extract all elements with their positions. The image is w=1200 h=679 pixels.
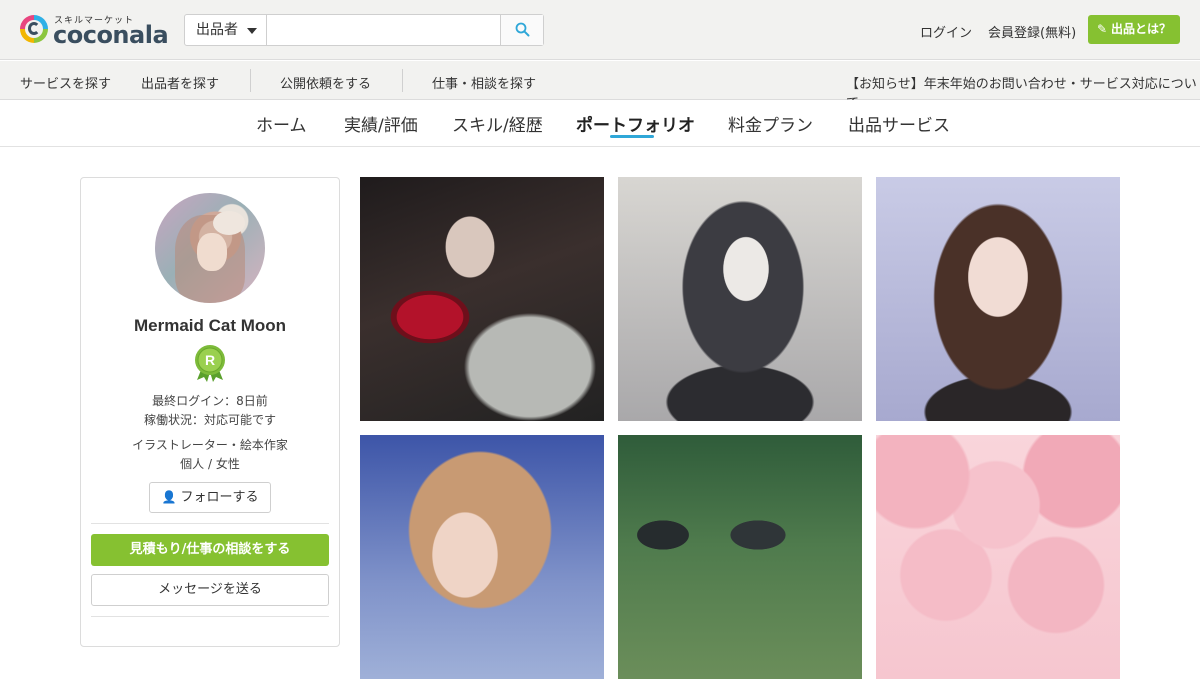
search-category-select[interactable]: 出品者 bbox=[185, 15, 267, 45]
logo-mark-icon bbox=[20, 15, 48, 43]
tab-home[interactable]: ホーム bbox=[256, 111, 307, 136]
caret-down-icon bbox=[247, 28, 257, 34]
subnav-divider bbox=[250, 69, 251, 92]
register-link[interactable]: 会員登録(無料) bbox=[988, 22, 1076, 41]
tab-portfolio[interactable]: ポートフォリオ bbox=[576, 111, 695, 136]
rank-badge-icon: R bbox=[195, 345, 225, 382]
subnav-find-jobs[interactable]: 仕事・相談を探す bbox=[432, 73, 536, 92]
portfolio-item[interactable] bbox=[360, 435, 604, 679]
login-link[interactable]: ログイン bbox=[920, 22, 972, 41]
tab-services[interactable]: 出品サービス bbox=[848, 111, 950, 136]
tab-pricing[interactable]: 料金プラン bbox=[728, 111, 813, 136]
portfolio-item[interactable] bbox=[618, 435, 862, 679]
occupation: イラストレーター・絵本作家 bbox=[132, 438, 288, 452]
coconala-logo[interactable]: スキルマーケット coconala bbox=[20, 13, 169, 49]
search-input[interactable] bbox=[267, 15, 501, 45]
portfolio-item[interactable] bbox=[876, 177, 1120, 421]
about-selling-label: 出品とは？ bbox=[1111, 22, 1172, 36]
pencil-icon: ✎ bbox=[1096, 22, 1108, 36]
tab-skills[interactable]: スキル/経歴 bbox=[452, 111, 543, 136]
search-button[interactable] bbox=[500, 15, 543, 45]
profile-card: Mermaid Cat Moon R 最終ログイン：8日前 稼働状況：対応可能で… bbox=[80, 177, 340, 647]
portfolio-item[interactable] bbox=[618, 177, 862, 421]
card-divider bbox=[91, 616, 329, 617]
about-selling-button[interactable]: ✎ 出品とは？ bbox=[1088, 15, 1180, 44]
availability-status: 稼働状況：対応可能です bbox=[143, 413, 276, 427]
avatar-flower bbox=[213, 211, 245, 235]
consult-button[interactable]: 見積もり/仕事の相談をする bbox=[91, 534, 329, 566]
avatar-face bbox=[197, 233, 227, 271]
rank-badge-letter: R bbox=[205, 352, 215, 368]
tab-achievements[interactable]: 実績/評価 bbox=[344, 111, 418, 136]
follow-button[interactable]: 👤 フォローする bbox=[149, 482, 271, 513]
add-user-icon: 👤 bbox=[161, 490, 177, 504]
logo-text: coconala bbox=[53, 21, 169, 49]
subnav-public-request[interactable]: 公開依頼をする bbox=[280, 73, 371, 92]
message-button[interactable]: メッセージを送る bbox=[91, 574, 329, 606]
subnav-find-sellers[interactable]: 出品者を探す bbox=[141, 73, 219, 92]
portfolio-item[interactable] bbox=[876, 435, 1120, 679]
search-icon bbox=[515, 22, 530, 37]
last-login: 最終ログイン：8日前 bbox=[152, 394, 268, 408]
profile-tabs: ホーム 実績/評価 スキル/経歴 ポートフォリオ 料金プラン 出品サービス bbox=[0, 100, 1200, 147]
follow-label: フォローする bbox=[180, 490, 259, 505]
sub-navigation: サービスを探す 出品者を探す 公開依頼をする 仕事・相談を探す 【お知らせ】年末… bbox=[0, 61, 1200, 111]
portfolio-item[interactable] bbox=[360, 177, 604, 421]
active-tab-indicator bbox=[610, 135, 654, 138]
search-bar: 出品者 bbox=[184, 14, 544, 46]
card-divider bbox=[91, 523, 329, 524]
seller-type: 個人 / 女性 bbox=[180, 457, 240, 471]
subnav-divider bbox=[402, 69, 403, 92]
subnav-find-services[interactable]: サービスを探す bbox=[20, 73, 111, 92]
search-category-value: 出品者 bbox=[196, 22, 238, 38]
avatar[interactable] bbox=[155, 193, 265, 303]
top-header: スキルマーケット coconala 出品者 ログイン 会員登録(無料) ✎ 出品と… bbox=[0, 0, 1200, 60]
seller-name: Mermaid Cat Moon bbox=[133, 316, 287, 335]
